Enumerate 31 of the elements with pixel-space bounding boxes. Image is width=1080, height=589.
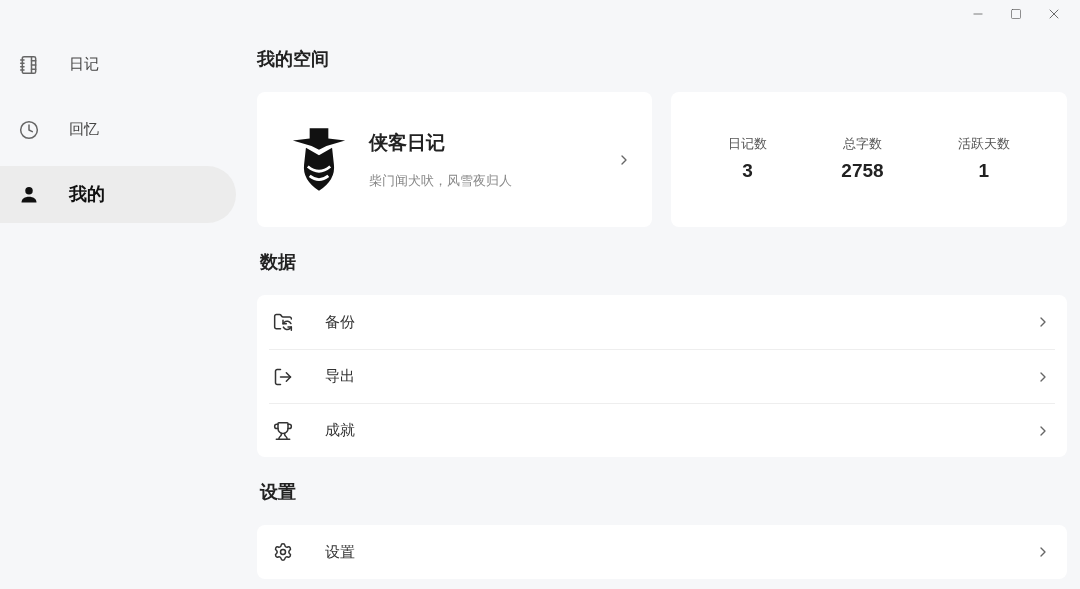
- stat-value: 2758: [841, 159, 884, 183]
- list-row-label: 成就: [325, 420, 356, 441]
- profile-motto: 柴门闻犬吠，风雪夜归人: [369, 172, 513, 190]
- nav-item[interactable]: 我的: [0, 166, 236, 223]
- stat-label: 活跃天数: [957, 134, 1010, 153]
- section-title: 设置: [258, 481, 297, 504]
- stat-value: 3: [742, 159, 753, 183]
- folder-sync-icon: [273, 312, 293, 332]
- profile-name: 侠客日记: [369, 130, 446, 155]
- nav-item[interactable]: 回忆: [0, 101, 236, 158]
- section-title: 数据: [259, 251, 297, 274]
- person-icon: [19, 184, 39, 205]
- list-row[interactable]: 成就: [269, 403, 1055, 457]
- notebook-icon: [19, 54, 39, 75]
- list-row-label: 备份: [325, 311, 356, 332]
- clock-icon: [19, 119, 39, 140]
- list-row[interactable]: 设置: [269, 525, 1055, 579]
- list-row[interactable]: 备份: [269, 295, 1055, 349]
- list-row[interactable]: 导出: [269, 349, 1055, 403]
- stat-value: 1: [978, 159, 990, 183]
- settings-icon: [273, 542, 293, 562]
- maximize-icon: [1010, 8, 1022, 20]
- stat-label: 总字数: [843, 134, 882, 153]
- nav-item[interactable]: 日记: [0, 36, 236, 93]
- stat-label: 日记数: [728, 134, 768, 153]
- trophy-icon: [273, 420, 293, 441]
- profile-card[interactable]: 侠客日记 柴门闻犬吠，风雪夜归人: [257, 92, 652, 227]
- list-row-label: 设置: [325, 541, 356, 562]
- export-icon: [273, 366, 293, 387]
- list-row-label: 导出: [325, 366, 356, 387]
- page-title: 我的空间: [257, 48, 330, 71]
